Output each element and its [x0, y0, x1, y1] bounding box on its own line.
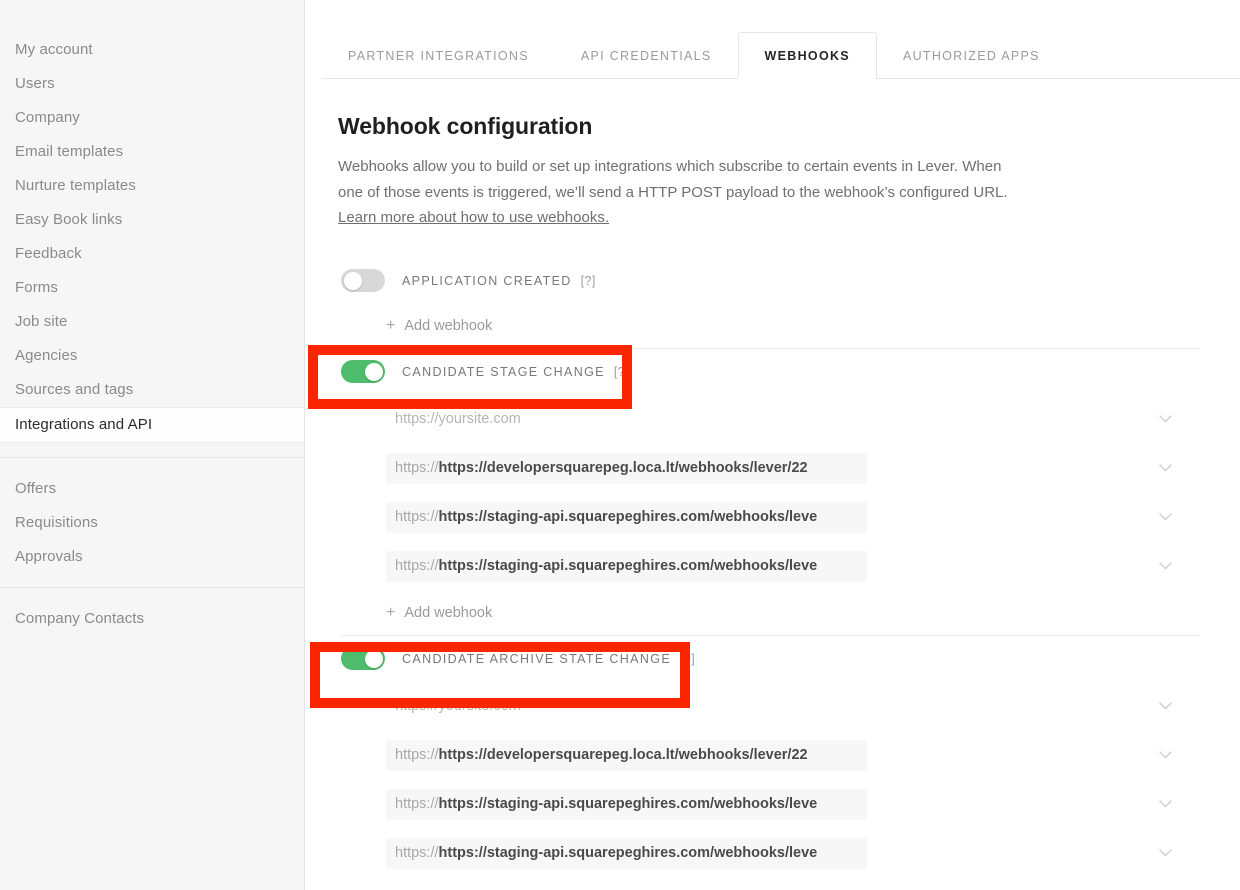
webhook-url-row: https://https://staging-api.squarepeghir…	[338, 493, 1240, 542]
webhook-toggle-row-candidate-stage-change: Candidate stage change [?]	[338, 349, 1240, 395]
event-label-application-created: Application created	[402, 273, 572, 288]
sidebar-item-offers[interactable]: Offers	[0, 472, 304, 506]
webhook-url-input[interactable]: https://yoursite.com	[386, 691, 867, 722]
settings-sidebar: My account Users Company Email templates Nur…	[0, 0, 305, 890]
tab-api-credentials[interactable]: API credentials	[555, 32, 738, 79]
add-webhook-label: Add webhook	[404, 604, 493, 621]
url-value: https://staging-api.squarepeghires.com/w…	[438, 845, 818, 861]
webhook-url-input[interactable]: https://https://developersquarepeg.loca.…	[386, 739, 867, 771]
toggle-knob	[364, 362, 383, 381]
webhook-event-sections: Application created [?] + Add webhook Candid…	[338, 258, 1240, 890]
chevron-down-icon[interactable]	[1159, 849, 1172, 857]
add-webhook-button-candidate-stage-change[interactable]: + Add webhook	[338, 591, 1240, 635]
url-protocol-prefix: https://	[395, 411, 439, 427]
plus-icon: +	[386, 316, 396, 334]
toggle-application-created[interactable]	[341, 269, 385, 292]
chevron-down-icon[interactable]	[1159, 751, 1172, 759]
webhook-url-input[interactable]: https://https://staging-api.squarepeghir…	[386, 501, 867, 533]
url-value: https://staging-api.squarepeghires.com/w…	[438, 796, 818, 812]
webhooks-panel: Webhook configuration Webhooks allow you…	[305, 113, 1240, 890]
webhook-toggle-row-application-created: Application created [?]	[338, 258, 1240, 304]
sidebar-item-nurture-templates[interactable]: Nurture templates	[0, 169, 304, 203]
webhook-url-input[interactable]: https://https://staging-api.squarepeghir…	[386, 788, 867, 820]
webhook-section-candidate-archive-state-change: Candidate archive state change [?] https:/…	[338, 636, 1240, 890]
sidebar-item-forms[interactable]: Forms	[0, 271, 304, 305]
sidebar-item-agencies[interactable]: Agencies	[0, 339, 304, 373]
sidebar-item-my-account[interactable]: My account	[0, 33, 304, 67]
url-protocol-prefix: https://	[395, 747, 439, 763]
add-webhook-label: Add webhook	[404, 317, 493, 334]
sidebar-item-job-site[interactable]: Job site	[0, 305, 304, 339]
sidebar-item-users[interactable]: Users	[0, 67, 304, 101]
url-value: https://developersquarepeg.loca.lt/webho…	[438, 460, 808, 476]
webhook-url-row: https://https://staging-api.squarepeghir…	[338, 542, 1240, 591]
url-protocol-prefix: https://	[395, 698, 439, 714]
webhook-url-input[interactable]: https://https://staging-api.squarepeghir…	[386, 837, 867, 869]
page-title: Webhook configuration	[338, 113, 593, 139]
event-label-candidate-stage-change: Candidate stage change	[402, 364, 605, 379]
plus-icon: +	[386, 603, 396, 621]
sidebar-group-2: Offers Requisitions Approvals	[0, 457, 304, 574]
help-marker-candidate-stage-change[interactable]: [?]	[614, 365, 629, 379]
sidebar-group-1: My account Users Company Email templates Nur…	[0, 33, 304, 443]
tab-authorized-apps[interactable]: Authorized apps	[877, 32, 1066, 79]
sidebar-item-easy-book-links[interactable]: Easy Book links	[0, 203, 304, 237]
webhook-url-row: https://https://staging-api.squarepeghir…	[338, 829, 1240, 878]
add-webhook-button-candidate-archive-state-change[interactable]: +Add webhook	[338, 878, 1240, 890]
add-webhook-button-application-created[interactable]: + Add webhook	[338, 304, 1240, 348]
webhook-url-row: https://https://staging-api.squarepeghir…	[338, 780, 1240, 829]
url-value: https://staging-api.squarepeghires.com/w…	[438, 509, 818, 525]
app-root: My account Users Company Email templates Nur…	[0, 0, 1240, 890]
webhook-url-row: https://yoursite.com	[338, 682, 1240, 731]
tab-webhooks[interactable]: Webhooks	[737, 32, 877, 79]
webhook-url-input[interactable]: https://yoursite.com	[386, 404, 867, 435]
event-label-candidate-archive-state-change: Candidate archive state change	[402, 651, 672, 666]
url-protocol-prefix: https://	[395, 558, 439, 574]
chevron-down-icon[interactable]	[1159, 464, 1172, 472]
chevron-down-icon[interactable]	[1159, 562, 1172, 570]
chevron-down-icon[interactable]	[1159, 415, 1172, 423]
webhook-url-row: https://yoursite.com	[338, 395, 1240, 444]
sidebar-item-approvals[interactable]: Approvals	[0, 540, 304, 574]
url-value: https://developersquarepeg.loca.lt/webho…	[438, 747, 808, 763]
chevron-down-icon[interactable]	[1159, 800, 1172, 808]
settings-tabs: Partner integrations API credentials Webho…	[305, 32, 1240, 79]
sidebar-item-integrations-and-api[interactable]: Integrations and API	[0, 407, 304, 443]
webhook-toggle-row-candidate-archive-state-change: Candidate archive state change [?]	[338, 636, 1240, 682]
webhook-section-candidate-stage-change: Candidate stage change [?] https://yoursit…	[338, 349, 1240, 635]
toggle-knob	[343, 271, 362, 290]
webhook-url-input[interactable]: https://https://developersquarepeg.loca.…	[386, 452, 867, 484]
url-value: yoursite.com	[438, 698, 521, 714]
webhook-url-row: https://https://developersquarepeg.loca.…	[338, 444, 1240, 493]
sidebar-item-requisitions[interactable]: Requisitions	[0, 506, 304, 540]
sidebar-item-company-contacts[interactable]: Company Contacts	[0, 602, 304, 636]
toggle-candidate-stage-change[interactable]	[341, 360, 385, 383]
webhook-url-input[interactable]: https://https://staging-api.squarepeghir…	[386, 550, 867, 582]
sidebar-item-company[interactable]: Company	[0, 101, 304, 135]
main-content: Partner integrations API credentials Webho…	[305, 0, 1240, 890]
url-protocol-prefix: https://	[395, 509, 439, 525]
webhook-url-row: https://https://developersquarepeg.loca.…	[338, 731, 1240, 780]
sidebar-item-sources-and-tags[interactable]: Sources and tags	[0, 373, 304, 407]
help-marker-candidate-archive-state-change[interactable]: [?]	[680, 652, 695, 666]
url-protocol-prefix: https://	[395, 845, 439, 861]
chevron-down-icon[interactable]	[1159, 513, 1172, 521]
tab-partner-integrations[interactable]: Partner integrations	[322, 32, 555, 79]
page-description-text: Webhooks allow you to build or set up in…	[338, 158, 1008, 201]
toggle-knob	[364, 649, 383, 668]
help-marker-application-created[interactable]: [?]	[581, 274, 596, 288]
url-protocol-prefix: https://	[395, 460, 439, 476]
url-protocol-prefix: https://	[395, 796, 439, 812]
page-description: Webhooks allow you to build or set up in…	[338, 154, 1010, 231]
chevron-down-icon[interactable]	[1159, 702, 1172, 710]
url-value: yoursite.com	[438, 411, 521, 427]
url-value: https://staging-api.squarepeghires.com/w…	[438, 558, 818, 574]
learn-more-link[interactable]: Learn more about how to use webhooks.	[338, 209, 609, 226]
toggle-candidate-archive-state-change[interactable]	[341, 647, 385, 670]
sidebar-item-feedback[interactable]: Feedback	[0, 237, 304, 271]
sidebar-group-3: Company Contacts	[0, 587, 304, 636]
webhook-section-application-created: Application created [?] + Add webhook	[338, 258, 1240, 348]
sidebar-item-email-templates[interactable]: Email templates	[0, 135, 304, 169]
